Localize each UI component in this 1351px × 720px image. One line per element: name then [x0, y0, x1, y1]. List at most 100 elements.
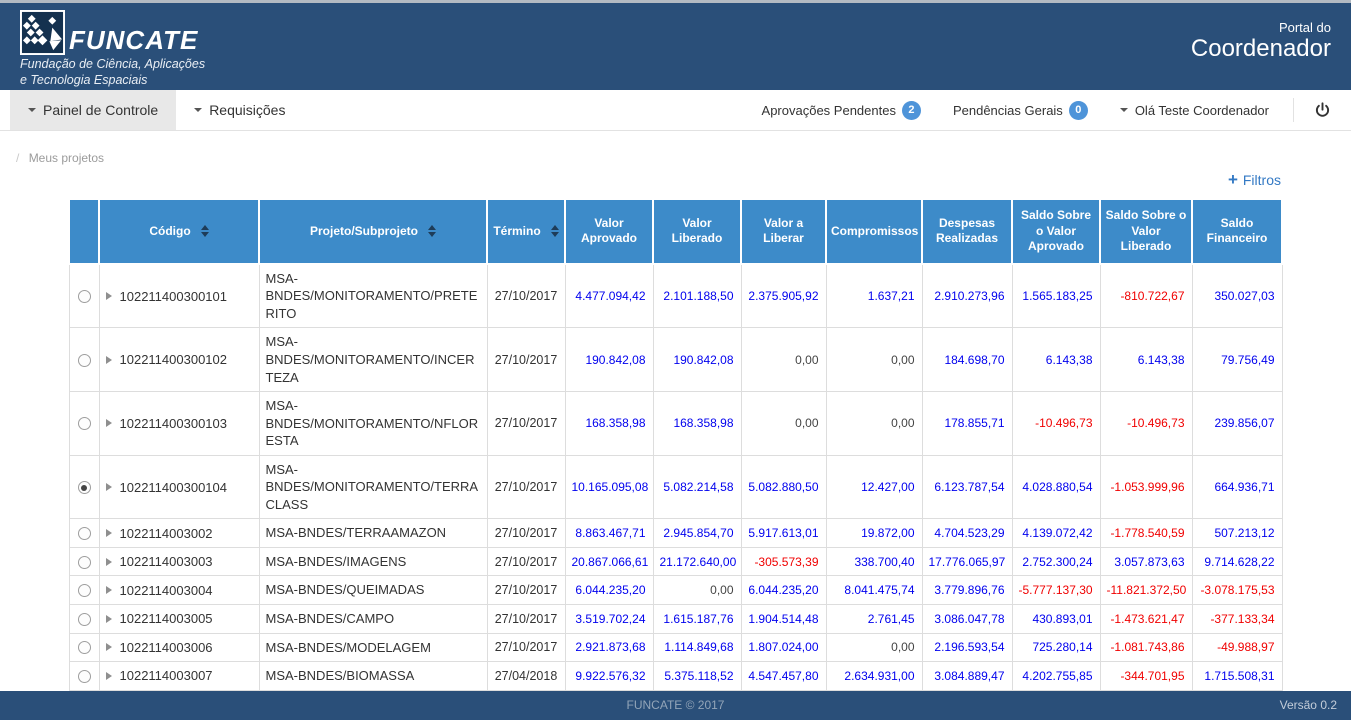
value-cell: 430.893,01 — [1012, 604, 1100, 633]
value-cell: 0,00 — [826, 633, 922, 662]
approvals-count-badge: 2 — [902, 101, 921, 120]
nav-item-requisicoes[interactable]: Requisições — [176, 90, 303, 130]
row-expand-icon[interactable] — [106, 558, 112, 566]
project-code: 1022114003007 — [120, 668, 213, 683]
nav-item-painel-de-controle[interactable]: Painel de Controle — [10, 90, 176, 130]
project-radio[interactable] — [78, 556, 91, 569]
project-name-cell: MSA-BNDES/MONITORAMENTO/PRETERITO — [259, 264, 487, 328]
column-header: Valor Aprovado — [565, 199, 653, 264]
value-cell: 5.082.880,50 — [741, 455, 826, 519]
chevron-down-icon — [1120, 108, 1128, 112]
project-radio[interactable] — [78, 613, 91, 626]
value-cell: 190.842,08 — [565, 328, 653, 392]
project-name-cell: MSA-BNDES/QUEIMADAS — [259, 576, 487, 605]
row-select-cell — [69, 264, 99, 328]
breadcrumb-current[interactable]: Meus projetos — [29, 151, 104, 165]
project-radio[interactable] — [78, 354, 91, 367]
brand-subtitle-line2: e Tecnologia Espaciais — [20, 73, 205, 87]
column-header[interactable]: Término — [487, 199, 565, 264]
row-expand-icon[interactable] — [106, 586, 112, 594]
project-radio[interactable] — [78, 417, 91, 430]
project-code-cell: 1022114003007 — [99, 662, 259, 691]
end-date-cell: 27/10/2017 — [487, 328, 565, 392]
table-row: 1022114003005MSA-BNDES/CAMPO27/10/20173.… — [69, 604, 1282, 633]
row-expand-icon[interactable] — [106, 615, 112, 623]
logout-button[interactable] — [1293, 98, 1337, 122]
column-header-label: Saldo Sobre o Valor Liberado — [1105, 208, 1187, 255]
table-row: 102211400300102MSA-BNDES/MONITORAMENTO/I… — [69, 328, 1282, 392]
value-cell: 4.202.755,85 — [1012, 662, 1100, 691]
power-icon — [1314, 102, 1331, 119]
value-cell: -810.722,67 — [1100, 264, 1192, 328]
approvals-pending-label: Aprovações Pendentes — [762, 103, 896, 118]
column-header[interactable]: Projeto/Subprojeto — [259, 199, 487, 264]
value-cell: 6.044.235,20 — [565, 576, 653, 605]
table-row: 1022114003002MSA-BNDES/TERRAAMAZON27/10/… — [69, 519, 1282, 548]
project-name-cell: MSA-BNDES/MODELAGEM — [259, 633, 487, 662]
project-radio[interactable] — [78, 481, 91, 494]
value-cell: 2.101.188,50 — [653, 264, 741, 328]
project-code: 1022114003003 — [120, 554, 213, 569]
project-code-cell: 1022114003002 — [99, 519, 259, 548]
value-cell: 5.375.118,52 — [653, 662, 741, 691]
row-expand-icon[interactable] — [106, 672, 112, 680]
end-date-cell: 27/10/2017 — [487, 576, 565, 605]
plus-icon: + — [1228, 171, 1238, 188]
projects-table: CódigoProjeto/SubprojetoTérminoValor Apr… — [68, 198, 1283, 691]
project-code: 1022114003002 — [120, 526, 213, 541]
project-code-cell: 1022114003005 — [99, 604, 259, 633]
value-cell: 79.756,49 — [1192, 328, 1282, 392]
value-cell: 338.700,40 — [826, 547, 922, 576]
value-cell: -1.081.743,86 — [1100, 633, 1192, 662]
project-radio[interactable] — [78, 641, 91, 654]
end-date-cell: 27/10/2017 — [487, 604, 565, 633]
column-header: Compromissos — [826, 199, 922, 264]
value-cell: 2.910.273,96 — [922, 264, 1012, 328]
value-cell: -344.701,95 — [1100, 662, 1192, 691]
project-radio[interactable] — [78, 584, 91, 597]
project-code-cell: 102211400300101 — [99, 264, 259, 328]
row-select-cell — [69, 519, 99, 548]
value-cell: 4.704.523,29 — [922, 519, 1012, 548]
column-header: Valor a Liberar — [741, 199, 826, 264]
project-code: 1022114003004 — [120, 583, 213, 598]
pendencies-count-badge: 0 — [1069, 101, 1088, 120]
user-menu[interactable]: Olá Teste Coordenador — [1104, 103, 1285, 118]
value-cell: 0,00 — [826, 392, 922, 456]
row-expand-icon[interactable] — [106, 529, 112, 537]
projects-table-wrap: CódigoProjeto/SubprojetoTérminoValor Apr… — [68, 198, 1281, 691]
general-pendencies-link[interactable]: Pendências Gerais 0 — [937, 101, 1104, 120]
value-cell: -11.821.372,50 — [1100, 576, 1192, 605]
project-code-cell: 102211400300103 — [99, 392, 259, 456]
column-header[interactable]: Código — [99, 199, 259, 264]
row-expand-icon[interactable] — [106, 419, 112, 427]
page-content: / Meus projetos + Filtros CódigoProjeto/… — [0, 131, 1351, 691]
project-radio[interactable] — [78, 670, 91, 683]
row-expand-icon[interactable] — [106, 356, 112, 364]
project-name-cell: MSA-BNDES/IMAGENS — [259, 547, 487, 576]
main-nav: Painel de Controle Requisições Aprovaçõe… — [0, 90, 1351, 131]
value-cell: 3.519.702,24 — [565, 604, 653, 633]
project-name-cell: MSA-BNDES/MONITORAMENTO/NFLORESTA — [259, 392, 487, 456]
project-radio[interactable] — [78, 527, 91, 540]
filters-button[interactable]: + Filtros — [1228, 171, 1281, 188]
end-date-cell: 27/10/2017 — [487, 264, 565, 328]
value-cell: 3.779.896,76 — [922, 576, 1012, 605]
project-code-cell: 1022114003003 — [99, 547, 259, 576]
end-date-cell: 27/10/2017 — [487, 547, 565, 576]
table-row: 102211400300104MSA-BNDES/MONITORAMENTO/T… — [69, 455, 1282, 519]
value-cell: 1.615.187,76 — [653, 604, 741, 633]
row-expand-icon[interactable] — [106, 643, 112, 651]
project-radio[interactable] — [78, 290, 91, 303]
project-code-cell: 102211400300102 — [99, 328, 259, 392]
value-cell: 190.842,08 — [653, 328, 741, 392]
approvals-pending-link[interactable]: Aprovações Pendentes 2 — [746, 101, 937, 120]
sort-icon — [201, 225, 209, 237]
row-expand-icon[interactable] — [106, 292, 112, 300]
table-header-row: CódigoProjeto/SubprojetoTérminoValor Apr… — [69, 199, 1282, 264]
value-cell: -5.777.137,30 — [1012, 576, 1100, 605]
row-expand-icon[interactable] — [106, 483, 112, 491]
value-cell: 168.358,98 — [565, 392, 653, 456]
value-cell: 0,00 — [653, 576, 741, 605]
column-header: Saldo Sobre o Valor Liberado — [1100, 199, 1192, 264]
